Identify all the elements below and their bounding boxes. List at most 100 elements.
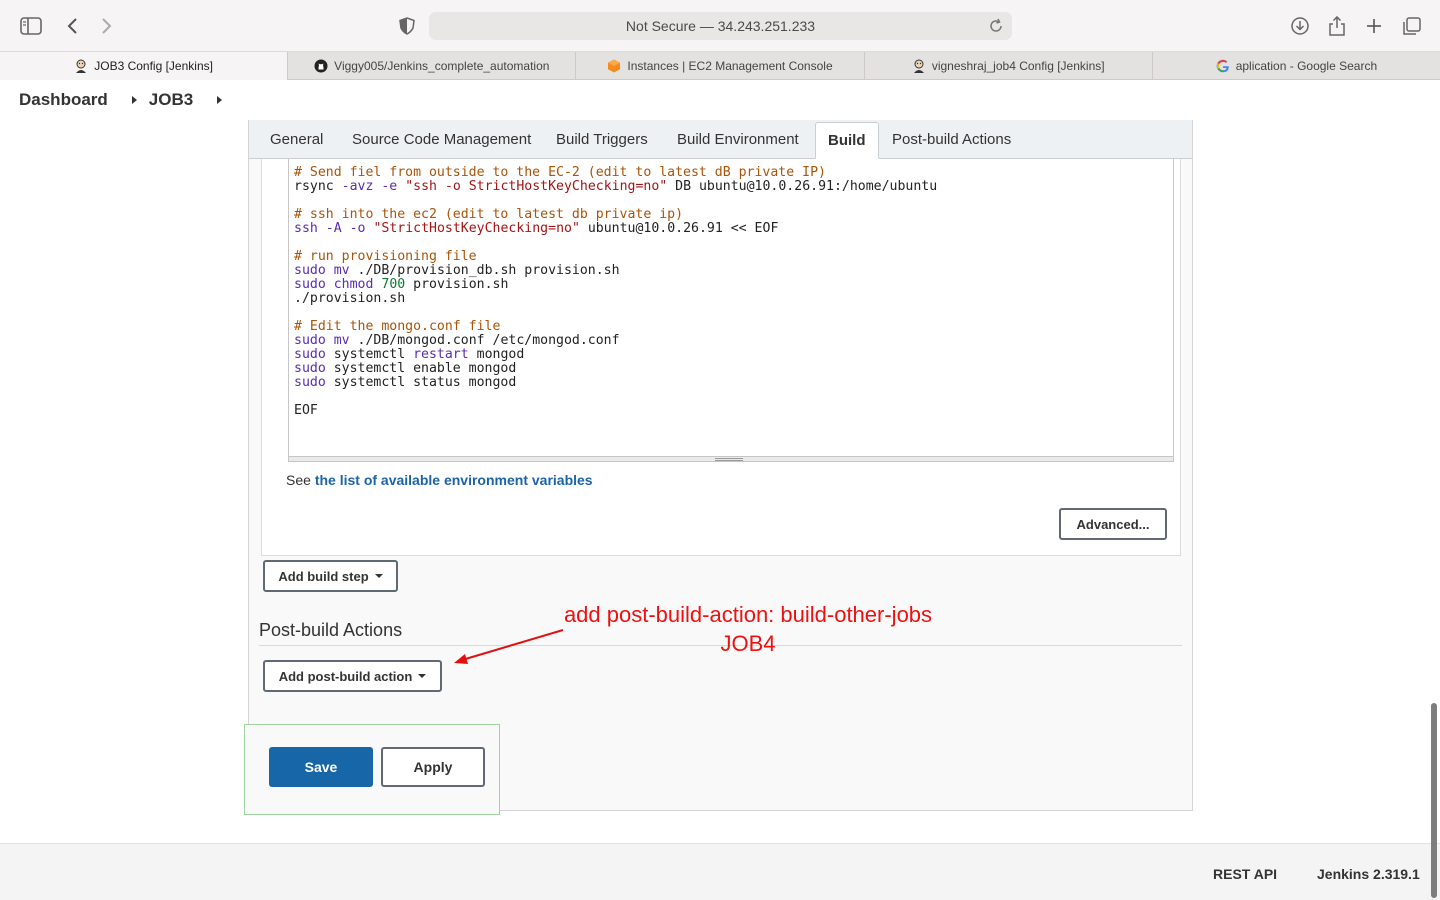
post-build-actions-heading: Post-build Actions (259, 620, 403, 640)
add-post-build-action-button[interactable]: Add post-build action (263, 660, 442, 692)
privacy-shield-icon[interactable] (395, 14, 419, 38)
new-tab-icon[interactable] (1362, 14, 1386, 38)
code-token: # Edit the mongo.conf file (294, 319, 501, 334)
browser-tab-github[interactable]: Viggy005/Jenkins_complete_automation (288, 52, 577, 80)
code-line: sudo chmod 700 provision.sh (294, 278, 1173, 292)
advanced-button-label: Advanced... (1076, 516, 1150, 532)
code-token: -e (381, 179, 398, 194)
tab-source-code-management[interactable]: Source Code Management (340, 120, 543, 159)
env-variables-hint: See the list of available environment va… (286, 472, 593, 488)
code-line: sudo systemctl status mongod (294, 376, 1173, 390)
code-token: mv (333, 333, 350, 348)
code-token: sudo (294, 375, 326, 390)
page-scrollbar[interactable] (1431, 703, 1437, 898)
breadcrumb: Dashboard JOB3 (0, 80, 1440, 120)
shell-command-editor[interactable]: # Send fiel from outside to the EC-2 (ed… (288, 159, 1174, 461)
browser-toolbar: Not Secure — 34.243.251.233 (0, 0, 1440, 52)
code-line: # Send fiel from outside to the EC-2 (ed… (294, 166, 1173, 180)
caret-down-icon (374, 574, 383, 578)
browser-tab-ec2[interactable]: Instances | EC2 Management Console (576, 52, 865, 80)
config-tab-bar: General Source Code Management Build Tri… (249, 120, 1192, 159)
browser-tab-label: aplication - Google Search (1235, 59, 1378, 73)
add-build-step-button[interactable]: Add build step (263, 560, 398, 592)
advanced-button[interactable]: Advanced... (1059, 508, 1167, 540)
add-post-build-action-label: Add post-build action (278, 668, 413, 684)
browser-tab-job3-config[interactable]: JOB3 Config [Jenkins] (0, 52, 289, 80)
rest-api-link[interactable]: REST API (1213, 866, 1277, 882)
code-token: -A (325, 221, 342, 236)
code-token: mongod (468, 347, 525, 362)
execute-shell-section: # Send fiel from outside to the EC-2 (ed… (261, 159, 1181, 556)
page-footer: REST API Jenkins 2.319.1 (0, 843, 1440, 900)
code-token: sudo (294, 333, 326, 348)
code-token: 700 (381, 277, 406, 292)
apply-button[interactable]: Apply (381, 747, 485, 787)
caret-down-icon (418, 674, 427, 678)
code-token: systemctl status mongod (325, 375, 517, 390)
code-token: ./DB/mongod.conf /etc/mongod.conf (349, 333, 620, 348)
code-token: sudo (294, 347, 326, 362)
tab-general[interactable]: General (258, 120, 335, 159)
code-line: # run provisioning file (294, 250, 1173, 264)
code-token: "ssh -o StrictHostKeyChecking=no" (405, 179, 668, 194)
github-icon (314, 59, 328, 73)
save-button[interactable]: Save (269, 747, 373, 787)
code-line: EOF (294, 404, 1173, 418)
browser-tab-label: Viggy005/Jenkins_complete_automation (334, 59, 550, 73)
code-token: -o (349, 221, 366, 236)
code-line: sudo mv ./DB/mongod.conf /etc/mongod.con… (294, 334, 1173, 348)
annotation-arrow-icon (454, 629, 564, 664)
code-token: systemctl (325, 347, 414, 362)
browser-tab-bar: JOB3 Config [Jenkins] Viggy005/Jenkins_c… (0, 52, 1440, 80)
resize-grip-icon[interactable] (715, 458, 743, 461)
code-token: # ssh into the ec2 (edit to latest db pr… (294, 207, 684, 222)
forward-icon[interactable] (95, 14, 119, 38)
browser-tab-label: Instances | EC2 Management Console (627, 59, 833, 73)
tab-overview-icon[interactable] (1400, 14, 1424, 38)
reload-icon[interactable] (986, 16, 1006, 36)
share-icon[interactable] (1325, 14, 1349, 38)
code-token: rsync (294, 179, 342, 194)
code-token: # run provisioning file (294, 249, 477, 264)
tab-build-triggers[interactable]: Build Triggers (544, 120, 660, 159)
breadcrumb-chevron-icon[interactable] (131, 96, 137, 104)
browser-tab-google[interactable]: aplication - Google Search (1153, 52, 1440, 80)
back-icon[interactable] (60, 14, 84, 38)
code-token: ./DB/provision_db.sh provision.sh (349, 263, 620, 278)
code-line: ./provision.sh (294, 292, 1173, 306)
code-line: sudo systemctl enable mongod (294, 362, 1173, 376)
tab-build-environment[interactable]: Build Environment (665, 120, 811, 159)
code-token: provision.sh (405, 277, 509, 292)
sidebar-toggle-icon[interactable] (19, 14, 43, 38)
breadcrumb-job[interactable]: JOB3 (149, 90, 193, 110)
breadcrumb-dashboard[interactable]: Dashboard (19, 90, 108, 110)
config-panel: General Source Code Management Build Tri… (248, 120, 1193, 811)
annotation-line-1: add post-build-action: build-other-jobs (563, 602, 933, 627)
code-token: systemctl enable mongod (325, 361, 517, 376)
tab-build[interactable]: Build (815, 122, 879, 159)
browser-tab-job4-config[interactable]: vigneshraj_job4 Config [Jenkins] (865, 52, 1153, 80)
env-variables-link[interactable]: the list of available environment variab… (315, 472, 593, 488)
add-build-step-label: Add build step (278, 568, 369, 584)
code-line: # Edit the mongo.conf file (294, 320, 1173, 334)
annotation-text: add post-build-action: build-other-jobs … (548, 600, 948, 658)
download-icon[interactable] (1288, 14, 1312, 38)
code-line: ssh -A -o "StrictHostKeyChecking=no" ubu… (294, 222, 1173, 236)
jenkins-version-link[interactable]: Jenkins 2.319.1 (1317, 866, 1420, 882)
breadcrumb-chevron-icon[interactable] (217, 96, 223, 104)
jenkins-icon (912, 59, 926, 73)
code-token: sudo (294, 277, 326, 292)
tab-post-build-actions[interactable]: Post-build Actions (880, 120, 1023, 159)
env-variables-prefix: See (286, 472, 315, 488)
annotation-line-2: JOB4 (720, 631, 776, 656)
code-token: ubuntu@10.0.26.91 << EOF (579, 221, 779, 236)
address-bar[interactable]: Not Secure — 34.243.251.233 (429, 12, 1012, 40)
